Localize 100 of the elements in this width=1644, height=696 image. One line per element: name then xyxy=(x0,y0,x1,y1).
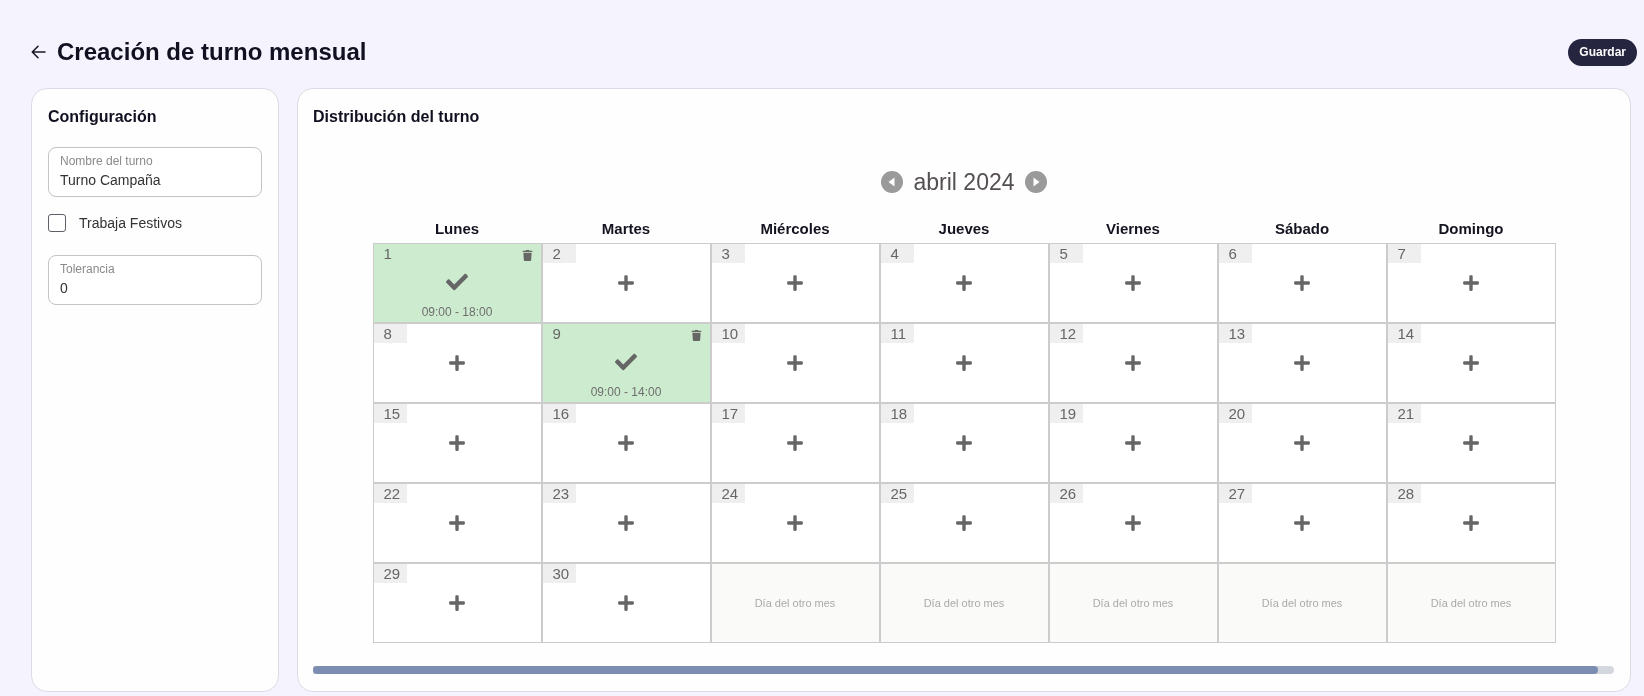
day-number: 17 xyxy=(711,404,745,423)
day-cell[interactable]: 15 xyxy=(373,404,541,482)
check-icon xyxy=(446,271,468,293)
plus-icon[interactable] xyxy=(1293,274,1311,292)
assigned-day-cell[interactable]: 9 09:00 - 14:00 xyxy=(542,324,710,402)
page-title: Creación de turno mensual xyxy=(57,37,367,67)
text-field[interactable]: Nombre del turno Turno Campaña xyxy=(48,147,262,197)
day-number: 5 xyxy=(1049,244,1083,263)
day-cell[interactable]: 23 xyxy=(542,484,710,562)
checkbox[interactable] xyxy=(48,214,66,232)
next-month-icon[interactable] xyxy=(1024,171,1047,193)
plus-icon[interactable] xyxy=(617,274,635,292)
day-cell[interactable]: 14 xyxy=(1387,324,1555,402)
trash-icon[interactable] xyxy=(521,250,533,261)
plus-icon[interactable] xyxy=(1462,274,1480,292)
weekday-label: Domingo xyxy=(1437,219,1505,239)
plus-icon[interactable] xyxy=(617,434,635,452)
day-cell[interactable]: 25 xyxy=(880,484,1048,562)
day-number: 7 xyxy=(1387,244,1421,263)
trash-icon[interactable] xyxy=(690,330,702,341)
plus-icon[interactable] xyxy=(786,274,804,292)
field-label: Tolerancia xyxy=(60,262,115,277)
day-cell[interactable]: 30 xyxy=(542,564,710,642)
day-cell[interactable]: 3 xyxy=(711,244,879,322)
weekday-label: Jueves xyxy=(937,219,991,239)
plus-icon[interactable] xyxy=(955,274,973,292)
plus-icon[interactable] xyxy=(1124,274,1142,292)
day-number: 1 xyxy=(382,244,393,263)
day-cell[interactable]: 12 xyxy=(1049,324,1217,402)
day-number: 25 xyxy=(880,484,914,503)
day-cell[interactable]: 29 xyxy=(373,564,541,642)
weekday-label: Martes xyxy=(600,219,652,239)
arrow-left-icon[interactable] xyxy=(31,45,46,59)
day-cell[interactable]: 21 xyxy=(1387,404,1555,482)
day-number: 9 xyxy=(551,324,562,343)
day-cell[interactable]: 17 xyxy=(711,404,879,482)
plus-icon[interactable] xyxy=(448,594,466,612)
field-input[interactable]: 0 xyxy=(60,279,250,297)
assigned-day-cell[interactable]: 1 09:00 - 18:00 xyxy=(373,244,541,322)
day-cell[interactable]: 28 xyxy=(1387,484,1555,562)
field-input[interactable]: Turno Campaña xyxy=(60,171,250,189)
plus-icon[interactable] xyxy=(1462,434,1480,452)
weekday-label: Viernes xyxy=(1105,219,1161,239)
day-cell[interactable]: 16 xyxy=(542,404,710,482)
plus-icon[interactable] xyxy=(448,354,466,372)
day-cell[interactable]: 2 xyxy=(542,244,710,322)
day-number: 29 xyxy=(373,564,407,583)
day-cell[interactable]: 4 xyxy=(880,244,1048,322)
day-cell[interactable]: 18 xyxy=(880,404,1048,482)
plus-icon[interactable] xyxy=(955,354,973,372)
text-field[interactable]: Tolerancia 0 xyxy=(48,255,262,305)
plus-icon[interactable] xyxy=(617,514,635,532)
plus-icon[interactable] xyxy=(1293,354,1311,372)
month-label: abril 2024 xyxy=(913,170,1015,194)
day-number: 24 xyxy=(711,484,745,503)
day-cell[interactable]: 6 xyxy=(1218,244,1386,322)
day-number: 14 xyxy=(1387,324,1421,343)
day-number: 19 xyxy=(1049,404,1083,423)
plus-icon[interactable] xyxy=(786,354,804,372)
day-number: 26 xyxy=(1049,484,1083,503)
plus-icon[interactable] xyxy=(955,514,973,532)
plus-icon[interactable] xyxy=(1124,354,1142,372)
plus-icon[interactable] xyxy=(448,434,466,452)
plus-icon[interactable] xyxy=(1293,434,1311,452)
plus-icon[interactable] xyxy=(786,434,804,452)
day-number: 13 xyxy=(1218,324,1252,343)
day-cell[interactable]: 8 xyxy=(373,324,541,402)
day-cell[interactable]: 7 xyxy=(1387,244,1555,322)
day-number: 12 xyxy=(1049,324,1083,343)
day-cell[interactable]: 20 xyxy=(1218,404,1386,482)
plus-icon[interactable] xyxy=(1462,514,1480,532)
day-cell[interactable]: 19 xyxy=(1049,404,1217,482)
day-cell[interactable]: 22 xyxy=(373,484,541,562)
previous-month-icon[interactable] xyxy=(881,171,904,193)
day-cell[interactable]: 24 xyxy=(711,484,879,562)
day-cell[interactable]: 10 xyxy=(711,324,879,402)
day-cell[interactable]: 13 xyxy=(1218,324,1386,402)
save-button[interactable]: Guardar xyxy=(1568,38,1637,66)
day-number: 23 xyxy=(542,484,576,503)
day-cell[interactable]: 5 xyxy=(1049,244,1217,322)
day-number: 6 xyxy=(1218,244,1252,263)
day-cell[interactable]: 27 xyxy=(1218,484,1386,562)
plus-icon[interactable] xyxy=(1124,514,1142,532)
plus-icon[interactable] xyxy=(1293,514,1311,532)
shift-hours: 09:00 - 14:00 xyxy=(590,385,662,399)
day-number: 8 xyxy=(373,324,407,343)
plus-icon[interactable] xyxy=(1124,434,1142,452)
plus-icon[interactable] xyxy=(1462,354,1480,372)
checkbox-label: Trabaja Festivos xyxy=(79,215,182,231)
plus-icon[interactable] xyxy=(786,514,804,532)
plus-icon[interactable] xyxy=(617,594,635,612)
day-cell[interactable]: 26 xyxy=(1049,484,1217,562)
day-number: 10 xyxy=(711,324,745,343)
day-cell[interactable]: 11 xyxy=(880,324,1048,402)
other-month-label: Día del otro mes xyxy=(754,597,836,609)
other-month-label: Día del otro mes xyxy=(1430,597,1512,609)
plus-icon[interactable] xyxy=(448,514,466,532)
other-month-label: Día del otro mes xyxy=(923,597,1005,609)
check-icon xyxy=(615,351,637,373)
plus-icon[interactable] xyxy=(955,434,973,452)
